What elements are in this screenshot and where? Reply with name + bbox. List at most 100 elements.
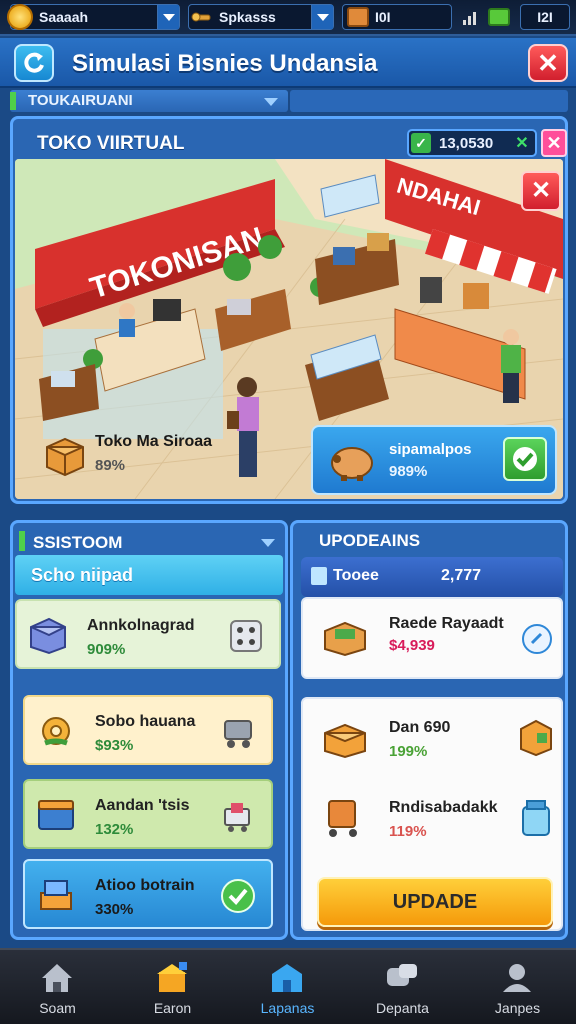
tools-value: Spkasss (219, 9, 276, 25)
info-circle-icon[interactable] (521, 623, 553, 655)
battery-value: I2I (520, 4, 570, 30)
nav-label: Soam (39, 1000, 76, 1016)
coins-dropdown-icon[interactable] (157, 5, 179, 29)
store-money-value: 13,0530 (439, 135, 494, 152)
store-info-card[interactable]: Toko Ma Siroaa 89% (37, 429, 237, 489)
nav-label: Lapanas (260, 1000, 315, 1016)
tools-resource[interactable]: Spkasss (188, 4, 334, 30)
section-strip-right (290, 90, 568, 112)
system-item[interactable]: Aandan 'tsis 132% (23, 779, 273, 849)
system-item-name: Aandan 'tsis (95, 797, 190, 814)
document-icon (311, 567, 327, 585)
system-item[interactable]: Atioo botrain 330% (23, 859, 273, 929)
home-icon (42, 964, 72, 992)
system-item-percent: 330% (95, 901, 134, 918)
chevron-down-icon (261, 539, 275, 547)
refresh-back-icon (24, 52, 44, 73)
nav-item-profile[interactable]: Janpes (460, 950, 575, 1024)
sun-coin-icon (7, 4, 33, 30)
store-name: TOKO VIIRTUAL (37, 133, 185, 154)
check-icon (513, 447, 537, 471)
box-icon (347, 7, 369, 27)
bottom-nav: Soam Earon Lapanas Depanta Janpes (0, 948, 576, 1024)
jar-icon (522, 800, 550, 836)
store-header: TOKO VIIRTUAL ✓ 13,0530 ✕ ✕ (21, 125, 567, 159)
system-panel: SSISTOOM Scho niipad Annkolnagrad 909% S… (10, 520, 288, 940)
hand-truck-icon (328, 800, 357, 837)
page-title: Simulasi Bisnies Undansia (72, 50, 378, 77)
reward-card-title: sipamalpos (389, 441, 472, 458)
check-circle-icon[interactable] (219, 877, 257, 915)
stack-boxes-icon (40, 880, 72, 910)
update-button[interactable]: UPDADE (317, 877, 553, 927)
upgrade-item-percent: 119% (389, 823, 427, 840)
upgrades-title: UPODEAINS (319, 531, 421, 550)
store-money: ✓ 13,0530 ✕ (407, 129, 537, 157)
package-icon (30, 617, 66, 655)
system-subtitle: Scho niipad (31, 565, 134, 585)
store-panel: TOKO VIIRTUAL ✓ 13,0530 ✕ ✕ TOKONISAN ND… (10, 116, 568, 504)
system-item-name: Sobo hauana (95, 713, 196, 730)
profile-icon (503, 964, 531, 992)
system-item-name: Annkolnagrad (87, 617, 195, 634)
upgrade-item-name: Dan 690 (389, 719, 451, 736)
nav-label: Depanta (376, 1000, 429, 1016)
nav-label: Earon (153, 1000, 192, 1016)
coins-value: Saaaah (39, 9, 89, 25)
wrench-icon (191, 12, 211, 22)
system-subheader: Scho niipad (15, 555, 283, 595)
upgrades-tab-value: 2,777 (441, 567, 482, 584)
section-strip-label: TOUKAIRUANI (28, 92, 133, 109)
section-strip[interactable]: TOUKAIRUANI (10, 90, 288, 112)
upgrade-item[interactable]: Raede Rayaadt $4,939 (301, 597, 563, 679)
scene-close-button[interactable]: ✕ (521, 171, 561, 211)
shopping-cart-icon (224, 803, 250, 832)
gear-icon (42, 717, 70, 746)
stock-value: I0I (375, 9, 391, 25)
panel-accent (19, 531, 25, 551)
nav-item-store[interactable]: Earon (115, 950, 230, 1024)
upgrade-item-name: Raede Rayaadt (389, 615, 504, 632)
store-reward-card[interactable]: sipamalpos 989% (311, 425, 557, 495)
building-icon (272, 964, 302, 992)
upgrades-tab[interactable]: Tooee 2,777 (301, 557, 563, 597)
store-info-percent: 89% (95, 457, 126, 474)
system-item[interactable]: Annkolnagrad 909% (15, 599, 281, 669)
cart-icon (224, 720, 252, 748)
confirm-button[interactable] (503, 437, 547, 481)
close-button[interactable]: ✕ (528, 44, 568, 82)
upgrade-item-price: $4,939 (389, 637, 435, 654)
close-icon: ✕ (537, 47, 559, 78)
close-small-icon[interactable]: ✕ (513, 133, 531, 153)
chat-icon (387, 964, 417, 986)
crate-icon (520, 719, 552, 757)
delivery-box-icon (46, 437, 84, 477)
nav-label: Janpes (494, 1000, 541, 1016)
store-scene: TOKONISAN NDAHAI ✕ Toko Ma Siroaa 89% si… (15, 159, 563, 499)
resource-bar: Saaaah Spkasss I0I I2I (0, 0, 576, 36)
system-panel-header[interactable]: SSISTOOM (19, 527, 281, 555)
strip-accent (10, 92, 16, 110)
system-item-percent: $93% (95, 737, 134, 754)
upgrade-item-name: Rndisabadakk (389, 799, 498, 816)
tools-dropdown-icon[interactable] (311, 5, 333, 29)
system-item-percent: 909% (87, 641, 126, 658)
nav-item-home[interactable]: Soam (0, 950, 115, 1024)
system-item-percent: 132% (95, 821, 134, 838)
nav-item-buildings[interactable]: Lapanas (230, 950, 345, 1024)
battery-icon (488, 8, 510, 26)
nav-item-chat[interactable]: Depanta (345, 950, 460, 1024)
system-panel-title: SSISTOOM (33, 533, 123, 552)
store-close-button[interactable]: ✕ (541, 129, 567, 157)
back-button[interactable] (14, 44, 54, 82)
crate-icon (38, 800, 74, 830)
coins-resource[interactable]: Saaaah (7, 4, 180, 30)
stock-resource[interactable]: I0I (342, 4, 452, 30)
title-bar: Simulasi Bisnies Undansia ✕ (0, 38, 576, 88)
system-item[interactable]: Sobo hauana $93% (23, 695, 273, 765)
upgrades-panel: UPODEAINS Tooee 2,777 Raede Rayaadt $4,9… (290, 520, 568, 940)
check-icon: ✓ (411, 133, 431, 153)
store-info-title: Toko Ma Siroaa (95, 433, 213, 450)
dice-icon (230, 620, 262, 652)
box-icon (324, 723, 366, 759)
